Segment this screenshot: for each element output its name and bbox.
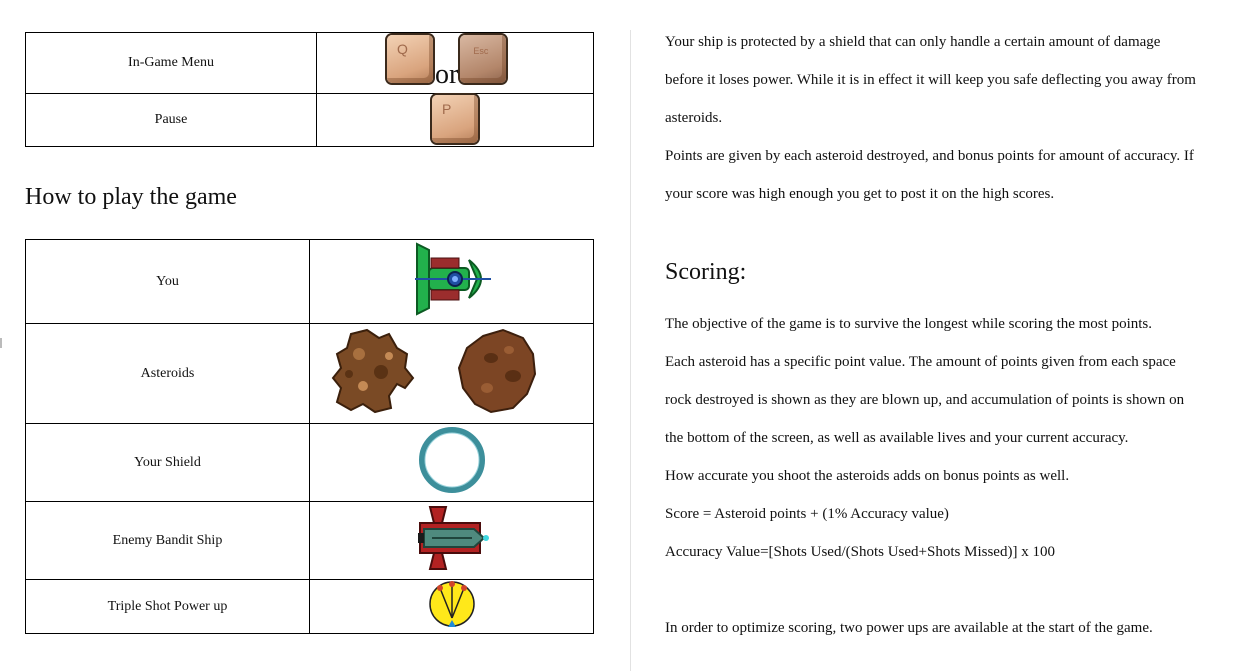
shield-text-line: asteroids. (665, 110, 723, 126)
triple-shot-icon (428, 581, 475, 627)
control-keys: P (316, 93, 594, 147)
q-key-icon: Q (387, 35, 433, 83)
control-label: Pause (25, 93, 317, 147)
element-label: Enemy Bandit Ship (25, 501, 310, 580)
element-label: Your Shield (25, 423, 310, 502)
esc-key-icon: Esc (460, 35, 507, 83)
control-keys: Qor Esc (316, 32, 594, 94)
table-row: Your Shield (25, 423, 594, 502)
element-label: Asteroids (25, 323, 310, 424)
shield-text-line: before it loses power. While it is in ef… (665, 72, 1196, 88)
table-row: Pause P (25, 93, 594, 147)
optimize-text: In order to optimize scoring, two power … (665, 620, 1153, 636)
table-row: Enemy Bandit Ship (25, 501, 594, 580)
or-separator: or (435, 59, 459, 90)
table-row: Triple Shot Power up (25, 579, 594, 634)
p-key-icon: P (432, 95, 478, 143)
control-label: In-Game Menu (25, 32, 317, 94)
scoring-heading: Scoring: (665, 259, 747, 285)
element-art (309, 501, 594, 580)
right-page: Your ship is protected by a shield that … (631, 0, 1258, 671)
element-art (309, 423, 594, 502)
controls-table: In-Game Menu Qor Esc Pause P (25, 32, 594, 147)
element-label: You (25, 239, 310, 324)
scoring-text-line: How accurate you shoot the asteroids add… (665, 468, 1070, 484)
points-text-line: Points are given by each asteroid destro… (665, 148, 1194, 164)
page-edge-marker (0, 338, 2, 348)
how-to-play-heading: How to play the game (25, 184, 237, 210)
element-art (309, 239, 594, 324)
player-ship-icon (414, 242, 491, 316)
scoring-text-line: the bottom of the screen, as well as ava… (665, 430, 1129, 446)
element-label: Triple Shot Power up (25, 579, 310, 634)
game-elements-table: You Asteroids Your Shield Enemy Bandit S… (25, 239, 594, 634)
scoring-text-line: The objective of the game is to survive … (665, 316, 1152, 332)
table-row: Asteroids (25, 323, 594, 424)
scoring-text-line: Each asteroid has a specific point value… (665, 354, 1176, 370)
element-art (309, 323, 594, 424)
bandit-ship-icon (417, 506, 489, 570)
table-row: You (25, 239, 594, 324)
shield-ring-icon (418, 427, 485, 493)
element-art (309, 579, 594, 634)
left-page: In-Game Menu Qor Esc Pause P How to play … (0, 0, 630, 671)
points-text-line: your score was high enough you get to po… (665, 186, 1055, 202)
accuracy-formula: Accuracy Value=[Shots Used/(Shots Used+S… (665, 544, 1055, 560)
scoring-text-line: rock destroyed is shown as they are blow… (665, 392, 1185, 408)
table-row: In-Game Menu Qor Esc (25, 32, 594, 94)
asteroid-icon (331, 328, 536, 414)
shield-text-line: Your ship is protected by a shield that … (665, 34, 1161, 50)
score-formula: Score = Asteroid points + (1% Accuracy v… (665, 506, 949, 522)
